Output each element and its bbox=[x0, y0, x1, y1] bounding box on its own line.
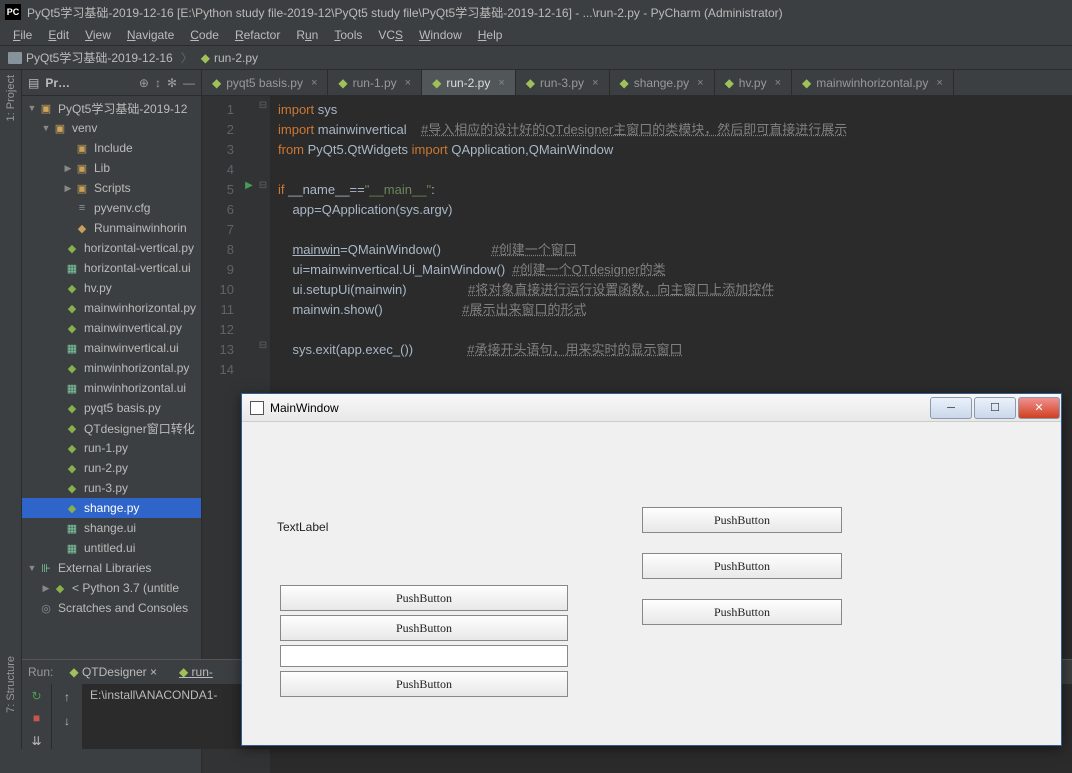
close-tab-icon[interactable]: × bbox=[697, 77, 703, 89]
tree-file[interactable]: ◆shange.py bbox=[22, 498, 201, 518]
tree-file[interactable]: ◆pyqt5 basis.py bbox=[22, 398, 201, 418]
chevron-right-icon: 〉 bbox=[181, 49, 193, 66]
qt-push-button-3[interactable]: PushButton bbox=[280, 671, 568, 697]
close-tab-icon[interactable]: × bbox=[405, 77, 411, 89]
app-logo: PC bbox=[5, 4, 21, 20]
close-button[interactable]: ✕ bbox=[1018, 397, 1060, 419]
tree-file[interactable]: ◆minwinhorizontal.py bbox=[22, 358, 201, 378]
tree-file[interactable]: ◆run-3.py bbox=[22, 478, 201, 498]
tree-root[interactable]: ▼▣PyQt5学习基础-2019-12 bbox=[22, 98, 201, 118]
folder-icon bbox=[8, 52, 22, 64]
pane-icon: ▤ bbox=[28, 76, 39, 90]
stop-icon[interactable]: ■ bbox=[28, 710, 46, 726]
close-tab-icon[interactable]: × bbox=[936, 77, 942, 89]
run-tab-run[interactable]: ◆ run- bbox=[173, 663, 219, 681]
menu-run[interactable]: Run bbox=[288, 26, 326, 44]
qt-titlebar[interactable]: MainWindow ─ ☐ ✕ bbox=[242, 394, 1061, 422]
run-toolbar: ↻ ■ ⇊ bbox=[22, 684, 52, 749]
run-label: Run: bbox=[28, 665, 53, 679]
close-tab-icon[interactable]: × bbox=[775, 77, 781, 89]
structure-tool-button[interactable]: 7: Structure bbox=[5, 656, 17, 713]
qt-text-label: TextLabel bbox=[277, 520, 328, 534]
tree-scratches[interactable]: ◎Scratches and Consoles bbox=[22, 598, 201, 618]
collapse-icon[interactable]: ↕ bbox=[155, 76, 161, 90]
tree-file[interactable]: ◆horizontal-vertical.py bbox=[22, 238, 201, 258]
qt-window-title: MainWindow bbox=[270, 401, 929, 415]
tree-file[interactable]: ◆QTdesigner窗口转化 bbox=[22, 418, 201, 438]
qt-main-window[interactable]: MainWindow ─ ☐ ✕ TextLabel PushButton Pu… bbox=[241, 393, 1062, 746]
close-tab-icon[interactable]: × bbox=[311, 77, 317, 89]
tree-file[interactable]: ◆mainwinhorizontal.py bbox=[22, 298, 201, 318]
python-file-icon: ◆ bbox=[201, 51, 210, 65]
tree-python[interactable]: ▶◆< Python 3.7 (untitle bbox=[22, 578, 201, 598]
window-titlebar: PC PyQt5学习基础-2019-12-16 [E:\Python study… bbox=[0, 0, 1072, 24]
qt-push-button-6[interactable]: PushButton bbox=[642, 599, 842, 625]
editor-tab[interactable]: ◆run-2.py× bbox=[422, 70, 516, 95]
menu-view[interactable]: View bbox=[77, 26, 119, 44]
menu-refactor[interactable]: Refactor bbox=[227, 26, 288, 44]
tree-external-libs[interactable]: ▼⊪External Libraries bbox=[22, 558, 201, 578]
breadcrumb-file[interactable]: run-2.py bbox=[214, 51, 258, 65]
tree-runmain[interactable]: ◆Runmainwinhorin bbox=[22, 218, 201, 238]
menu-navigate[interactable]: Navigate bbox=[119, 26, 182, 44]
menu-window[interactable]: Window bbox=[411, 26, 470, 44]
tree-file[interactable]: ▦minwinhorizontal.ui bbox=[22, 378, 201, 398]
tree-file[interactable]: ◆mainwinvertical.py bbox=[22, 318, 201, 338]
tree-file[interactable]: ◆run-2.py bbox=[22, 458, 201, 478]
editor-tab[interactable]: ◆run-3.py× bbox=[516, 70, 610, 95]
project-tool-button[interactable]: 1: Project bbox=[5, 75, 17, 121]
minimize-button[interactable]: ─ bbox=[930, 397, 972, 419]
tree-file[interactable]: ◆hv.py bbox=[22, 278, 201, 298]
statusbar-corner bbox=[0, 749, 22, 773]
qt-push-button-1[interactable]: PushButton bbox=[280, 585, 568, 611]
editor-tab[interactable]: ◆shange.py× bbox=[610, 70, 715, 95]
project-panel-title: Pr… bbox=[45, 76, 133, 90]
down-icon[interactable]: ⇊ bbox=[28, 733, 46, 749]
hide-icon[interactable]: — bbox=[183, 76, 195, 90]
tree-file[interactable]: ▦mainwinvertical.ui bbox=[22, 338, 201, 358]
close-tab-icon[interactable]: × bbox=[592, 77, 598, 89]
tree-file[interactable]: ▦untitled.ui bbox=[22, 538, 201, 558]
editor-tab[interactable]: ◆mainwinhorizontal.py× bbox=[792, 70, 954, 95]
menu-tools[interactable]: Tools bbox=[326, 26, 370, 44]
close-tab-icon[interactable]: × bbox=[498, 77, 504, 89]
editor-tab[interactable]: ◆pyqt5 basis.py× bbox=[202, 70, 328, 95]
editor-tab[interactable]: ◆run-1.py× bbox=[328, 70, 422, 95]
menu-code[interactable]: Code bbox=[182, 26, 227, 44]
run-toolbar-2: ↑ ↓ bbox=[52, 684, 82, 749]
tree-include[interactable]: ▣Include bbox=[22, 138, 201, 158]
qt-push-button-4[interactable]: PushButton bbox=[642, 507, 842, 533]
tree-file[interactable]: ▦shange.ui bbox=[22, 518, 201, 538]
qt-push-button-5[interactable]: PushButton bbox=[642, 553, 842, 579]
run-tab-qtdesigner[interactable]: ◆ QTDesigner × bbox=[63, 663, 163, 681]
tree-venv[interactable]: ▼▣venv bbox=[22, 118, 201, 138]
menu-vcs[interactable]: VCS bbox=[370, 26, 411, 44]
rerun-icon[interactable]: ↻ bbox=[28, 688, 46, 704]
tree-file[interactable]: ◆run-1.py bbox=[22, 438, 201, 458]
down-arrow-icon[interactable]: ↓ bbox=[58, 712, 76, 730]
qt-push-button-2[interactable]: PushButton bbox=[280, 615, 568, 641]
tree-scripts[interactable]: ▶▣Scripts bbox=[22, 178, 201, 198]
menu-file[interactable]: File bbox=[5, 26, 40, 44]
menu-help[interactable]: Help bbox=[470, 26, 511, 44]
editor-tabs: ◆pyqt5 basis.py×◆run-1.py×◆run-2.py×◆run… bbox=[202, 70, 1072, 96]
up-arrow-icon[interactable]: ↑ bbox=[58, 688, 76, 706]
editor-tab[interactable]: ◆hv.py× bbox=[715, 70, 792, 95]
gear-icon[interactable]: ✻ bbox=[167, 76, 177, 90]
left-tool-gutter: 1: Project 7: Structure bbox=[0, 70, 22, 773]
qt-line-edit[interactable] bbox=[280, 645, 568, 667]
maximize-button[interactable]: ☐ bbox=[974, 397, 1016, 419]
tree-file[interactable]: ▦horizontal-vertical.ui bbox=[22, 258, 201, 278]
tree-pyvenv[interactable]: ≡pyvenv.cfg bbox=[22, 198, 201, 218]
menubar: File Edit View Navigate Code Refactor Ru… bbox=[0, 24, 1072, 46]
qt-app-icon bbox=[250, 401, 264, 415]
tree-lib[interactable]: ▶▣Lib bbox=[22, 158, 201, 178]
breadcrumb-bar: PyQt5学习基础-2019-12-16 〉 ◆ run-2.py bbox=[0, 46, 1072, 70]
target-icon[interactable]: ⊕ bbox=[139, 76, 149, 90]
breadcrumb-root[interactable]: PyQt5学习基础-2019-12-16 bbox=[26, 49, 173, 66]
menu-edit[interactable]: Edit bbox=[40, 26, 77, 44]
window-title: PyQt5学习基础-2019-12-16 [E:\Python study fi… bbox=[27, 4, 783, 21]
